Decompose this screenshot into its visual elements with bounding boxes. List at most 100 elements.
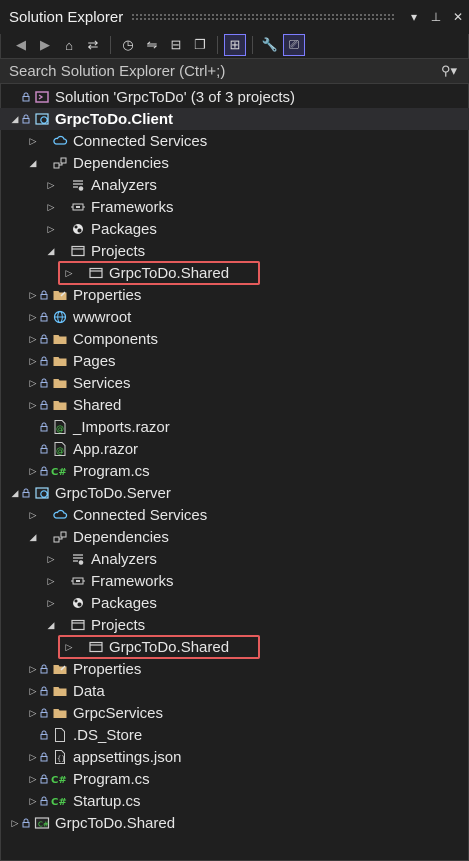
folder-icon (51, 397, 69, 413)
collapsed-arrow-icon[interactable]: ▷ (26, 466, 40, 477)
expanded-arrow-icon[interactable]: ◢ (8, 488, 22, 499)
projects-icon (69, 243, 87, 259)
tree-item[interactable]: ▷ Packages (44, 218, 157, 240)
expanded-arrow-icon[interactable]: ◢ (44, 620, 58, 631)
lock-icon (40, 444, 48, 454)
expanded-arrow-icon[interactable]: ◢ (44, 246, 58, 257)
properties-folder-icon (51, 661, 69, 677)
search-icon[interactable]: ⚲▾ (429, 63, 469, 79)
tree-item[interactable]: ▷ Analyzers (44, 174, 157, 196)
tree-item[interactable]: ▷ C# Program.cs (26, 460, 150, 482)
collapsed-arrow-icon[interactable]: ▷ (26, 752, 40, 763)
collapsed-arrow-icon[interactable]: ▷ (8, 818, 22, 829)
tree-item[interactable]: .DS_Store (26, 724, 142, 746)
tree-item[interactable]: ▷ Properties (26, 658, 142, 680)
tree-item[interactable]: ▷ GrpcServices (26, 702, 164, 724)
collapsed-arrow-icon[interactable]: ▷ (26, 400, 40, 411)
expanded-arrow-icon[interactable]: ◢ (26, 532, 40, 543)
tree-item[interactable]: ◢ Projects (44, 240, 146, 262)
sync-with-document-icon[interactable]: ⇋ (141, 34, 163, 56)
collapsed-arrow-icon[interactable]: ▷ (26, 510, 40, 521)
forward-icon[interactable]: ▶ (34, 34, 56, 56)
view-class-diagram-icon[interactable]: ⊞ (224, 34, 246, 56)
pending-changes-filter-icon[interactable]: ◷ (117, 34, 139, 56)
tree-item[interactable]: ◢ GrpcToDo.Server (8, 482, 171, 504)
tree-item-label: _Imports.razor (73, 418, 170, 436)
tree-item[interactable]: @ App.razor (26, 438, 138, 460)
tree-item-label: Analyzers (91, 176, 157, 194)
expanded-arrow-icon[interactable]: ◢ (8, 114, 22, 125)
tree-item[interactable]: ▷ wwwroot (26, 306, 132, 328)
tree-item-label: GrpcServices (73, 704, 164, 722)
analyzer-icon (69, 177, 87, 193)
tree-item[interactable]: ▷ Packages (44, 592, 157, 614)
tree-item-label: Properties (73, 286, 142, 304)
collapsed-arrow-icon[interactable]: ▷ (26, 136, 40, 147)
svg-text:C#: C# (51, 797, 67, 808)
tree-item-label: Pages (73, 352, 116, 370)
tree-item[interactable]: ▷ Components (26, 328, 159, 350)
collapsed-arrow-icon[interactable]: ▷ (26, 774, 40, 785)
web-project-icon (33, 485, 51, 501)
collapsed-arrow-icon[interactable]: ▷ (26, 796, 40, 807)
collapsed-arrow-icon[interactable]: ▷ (26, 664, 40, 675)
tree-item[interactable]: ▷ C# Program.cs (26, 768, 150, 790)
tree-item[interactable]: ▷ Frameworks (44, 570, 174, 592)
collapse-all-icon[interactable]: ⊟ (165, 34, 187, 56)
tree-item[interactable]: ▷ C# GrpcToDo.Shared (8, 812, 176, 834)
search-input[interactable] (9, 62, 429, 80)
tree-item[interactable]: ▷ Services (26, 372, 131, 394)
collapsed-arrow-icon[interactable]: ▷ (26, 312, 40, 323)
tree-item-label: Frameworks (91, 198, 174, 216)
collapsed-arrow-icon[interactable]: ▷ (26, 334, 40, 345)
tree-item[interactable]: ▷ Connected Services (26, 130, 208, 152)
lock-icon (22, 818, 30, 828)
folder-icon (51, 683, 69, 699)
show-all-files-icon[interactable]: ❐ (189, 34, 211, 56)
lock-icon (40, 466, 48, 476)
tree-item[interactable]: Solution 'GrpcToDo' (3 of 3 projects) (8, 86, 295, 108)
tree-item[interactable]: ▷ {} appsettings.json (26, 746, 182, 768)
tree-item[interactable]: ▷ Pages (26, 350, 116, 372)
tree-item[interactable]: ◢ GrpcToDo.Client (8, 108, 174, 130)
collapsed-arrow-icon[interactable]: ▷ (26, 356, 40, 367)
home-icon[interactable]: ⌂ (58, 34, 80, 56)
preview-selected-items-icon[interactable]: ⎚ (283, 34, 305, 56)
dropdown-icon[interactable]: ▾ (403, 10, 425, 24)
collapsed-arrow-icon[interactable]: ▷ (26, 290, 40, 301)
tree-item-label: Analyzers (91, 550, 157, 568)
tree-item[interactable]: ▷ Data (26, 680, 105, 702)
collapsed-arrow-icon[interactable]: ▷ (44, 224, 58, 235)
lock-icon (40, 378, 48, 388)
tree-item[interactable]: ▷ Analyzers (44, 548, 157, 570)
expanded-arrow-icon[interactable]: ◢ (26, 158, 40, 169)
tree-item[interactable]: @ _Imports.razor (26, 416, 170, 438)
tree-item[interactable]: ▷ Properties (26, 284, 142, 306)
svg-text:C#: C# (38, 821, 49, 829)
back-icon[interactable]: ◀ (10, 34, 32, 56)
properties-wrench-icon[interactable]: 🔧 (259, 34, 281, 56)
package-icon (69, 595, 87, 611)
collapsed-arrow-icon[interactable]: ▷ (44, 202, 58, 213)
lock-icon (40, 664, 48, 674)
tree-item[interactable]: ▷ Connected Services (26, 504, 208, 526)
close-icon[interactable]: ✕ (447, 10, 469, 24)
collapsed-arrow-icon[interactable]: ▷ (44, 554, 58, 565)
tree-item[interactable]: ▷ Frameworks (44, 196, 174, 218)
tree-item[interactable]: ▷ Shared (26, 394, 122, 416)
pin-icon[interactable]: ⊥ (425, 10, 447, 24)
collapsed-arrow-icon[interactable]: ▷ (44, 598, 58, 609)
lock-icon (40, 686, 48, 696)
tree-item[interactable]: ◢ Projects (44, 614, 146, 636)
collapsed-arrow-icon[interactable]: ▷ (26, 378, 40, 389)
tree-item[interactable]: ◢ Dependencies (26, 526, 169, 548)
collapsed-arrow-icon[interactable]: ▷ (26, 708, 40, 719)
switch-views-icon[interactable]: ⇄ (82, 34, 104, 56)
drag-grip[interactable] (131, 13, 395, 21)
collapsed-arrow-icon[interactable]: ▷ (44, 576, 58, 587)
collapsed-arrow-icon[interactable]: ▷ (26, 686, 40, 697)
collapsed-arrow-icon[interactable]: ▷ (44, 180, 58, 191)
tree-item[interactable]: ◢ Dependencies (26, 152, 169, 174)
analyzer-icon (69, 551, 87, 567)
tree-item[interactable]: ▷ C# Startup.cs (26, 790, 141, 812)
